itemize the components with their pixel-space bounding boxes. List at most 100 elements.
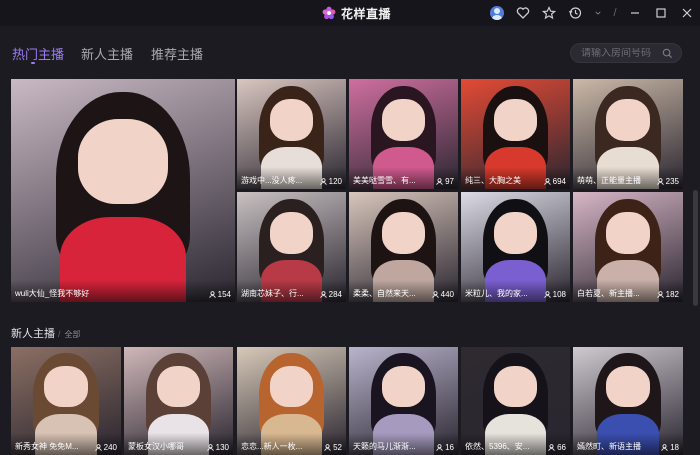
app-name: 花样直播 xyxy=(341,6,392,21)
viewer-count-value: 52 xyxy=(333,443,342,452)
room-search xyxy=(570,43,682,63)
viewer-count: 440 xyxy=(431,290,454,299)
user-icon xyxy=(436,178,443,185)
category-nav: 热门主播 新人主播 推荐主播 xyxy=(0,26,700,78)
hot-streamer-card[interactable]: 柔柔、自然来天... 440 xyxy=(349,192,458,302)
new-streamer-card[interactable]: 恋恋...新人一枚... 52 xyxy=(237,347,346,455)
viewer-count: 66 xyxy=(548,443,566,452)
history-icon xyxy=(569,7,582,19)
tab-new-streamers[interactable]: 新人主播 xyxy=(81,44,133,63)
hot-streamer-card[interactable]: 游戏中...没人疼... 120 xyxy=(237,79,346,189)
hot-streamer-card[interactable]: wuli大仙_怪我不够好 154 xyxy=(11,79,235,302)
scrollbar[interactable] xyxy=(693,190,698,306)
viewer-count: 154 xyxy=(208,290,231,299)
viewer-count-value: 108 xyxy=(552,290,566,299)
streamer-name: 美美哒雪雪、有... xyxy=(353,176,416,185)
viewer-count-value: 120 xyxy=(328,177,342,186)
maximize-button[interactable] xyxy=(648,0,674,26)
new-streamers-header: 新人主播 / 全部 xyxy=(11,325,81,341)
user-avatar-button[interactable] xyxy=(484,0,510,26)
user-icon xyxy=(656,291,664,298)
search-icon[interactable] xyxy=(662,48,673,59)
tab-recommended-streamers[interactable]: 推荐主播 xyxy=(151,44,203,63)
hot-streamer-card[interactable]: 萌萌、正能量主播 235 xyxy=(573,79,683,189)
dropdown-icon xyxy=(595,11,601,15)
view-all-link[interactable]: 全部 xyxy=(65,330,81,339)
viewer-count: 130 xyxy=(206,443,229,452)
streamer-name: 恋恋...新人一枚... xyxy=(241,442,303,451)
streamer-name: 米粒儿、我的家... xyxy=(465,289,528,298)
viewer-count-value: 240 xyxy=(103,443,117,452)
user-icon xyxy=(548,444,555,451)
star-icon xyxy=(542,6,556,20)
streamer-name: 天籁的马儿渐渐... xyxy=(353,442,416,451)
app-title: 花样直播 xyxy=(322,4,391,22)
user-icon xyxy=(436,444,443,451)
history-button[interactable] xyxy=(562,0,588,26)
user-icon xyxy=(656,178,664,185)
streamer-name: 萌萌、正能量主播 xyxy=(577,176,641,185)
streamer-name: 游戏中...没人疼... xyxy=(241,176,303,185)
streamer-name: 嫣然町、新语主播 xyxy=(577,442,641,451)
user-icon xyxy=(319,178,327,185)
viewer-count-value: 694 xyxy=(552,177,566,186)
user-icon xyxy=(661,444,668,451)
viewer-count-value: 18 xyxy=(670,443,679,452)
titlebar-separator: / xyxy=(613,7,617,19)
search-input[interactable] xyxy=(581,47,661,59)
viewer-count-value: 130 xyxy=(215,443,229,452)
user-icon xyxy=(543,178,551,185)
new-streamer-card[interactable]: 新秀女神 免免M... 240 xyxy=(11,347,121,455)
viewer-count: 108 xyxy=(543,290,566,299)
active-tab-indicator xyxy=(31,62,35,64)
new-streamer-card[interactable]: 依然、5396、安... 66 xyxy=(461,347,570,455)
user-icon xyxy=(94,444,102,451)
viewer-count-value: 97 xyxy=(445,177,454,186)
maximize-icon xyxy=(656,8,666,18)
user-icon xyxy=(543,291,551,298)
viewer-count-value: 16 xyxy=(445,443,454,452)
user-icon xyxy=(208,291,216,298)
hot-streamer-card[interactable]: 白若夏、新主播... 182 xyxy=(573,192,683,302)
section-title: 新人主播 xyxy=(11,328,55,340)
streamer-name: 依然、5396、安... xyxy=(465,442,530,451)
favorites-button[interactable] xyxy=(510,0,536,26)
hot-streamer-card[interactable]: 湖南芯妹子、行... 284 xyxy=(237,192,346,302)
viewer-count-value: 440 xyxy=(440,290,454,299)
hot-streamer-card[interactable]: 米粒儿、我的家... 108 xyxy=(461,192,570,302)
viewer-count: 235 xyxy=(656,177,679,186)
viewer-count-value: 182 xyxy=(665,290,679,299)
new-streamer-card[interactable]: 嫣然町、新语主播 18 xyxy=(573,347,683,455)
streamer-name: 柔柔、自然来天... xyxy=(353,289,416,298)
streamer-name: 白若夏、新主播... xyxy=(577,289,640,298)
viewer-count: 284 xyxy=(319,290,342,299)
viewer-count-value: 284 xyxy=(328,290,342,299)
viewer-count: 240 xyxy=(94,443,117,452)
minimize-button[interactable] xyxy=(622,0,648,26)
tab-hot-streamers[interactable]: 热门主播 xyxy=(12,44,64,63)
viewer-count-value: 66 xyxy=(557,443,566,452)
viewer-count-value: 235 xyxy=(665,177,679,186)
hot-streamer-card[interactable]: 美美哒雪雪、有... 97 xyxy=(349,79,458,189)
viewer-count: 18 xyxy=(661,443,679,452)
user-icon xyxy=(431,291,439,298)
new-streamer-card[interactable]: 蒙板女汉小哪哥 130 xyxy=(124,347,233,455)
follow-button[interactable] xyxy=(536,0,562,26)
streamer-name: 新秀女神 免免M... xyxy=(15,442,79,451)
viewer-count: 120 xyxy=(319,177,342,186)
hot-streamer-card[interactable]: 纯三、大胸之美 694 xyxy=(461,79,570,189)
stream-thumbnail xyxy=(11,79,235,302)
streamer-name: 蒙板女汉小哪哥 xyxy=(128,442,184,451)
user-icon xyxy=(319,291,327,298)
close-button[interactable] xyxy=(674,0,700,26)
streamer-name: 纯三、大胸之美 xyxy=(465,176,521,185)
user-icon xyxy=(324,444,331,451)
streamer-name: wuli大仙_怪我不够好 xyxy=(15,289,90,298)
heart-icon xyxy=(516,7,530,19)
close-icon xyxy=(682,8,692,18)
menu-dropdown-button[interactable] xyxy=(588,0,608,26)
minimize-icon xyxy=(631,12,639,14)
flower-logo-icon xyxy=(322,6,336,20)
new-streamer-card[interactable]: 天籁的马儿渐渐... 16 xyxy=(349,347,458,455)
title-bar: 花样直播 / xyxy=(0,0,700,26)
